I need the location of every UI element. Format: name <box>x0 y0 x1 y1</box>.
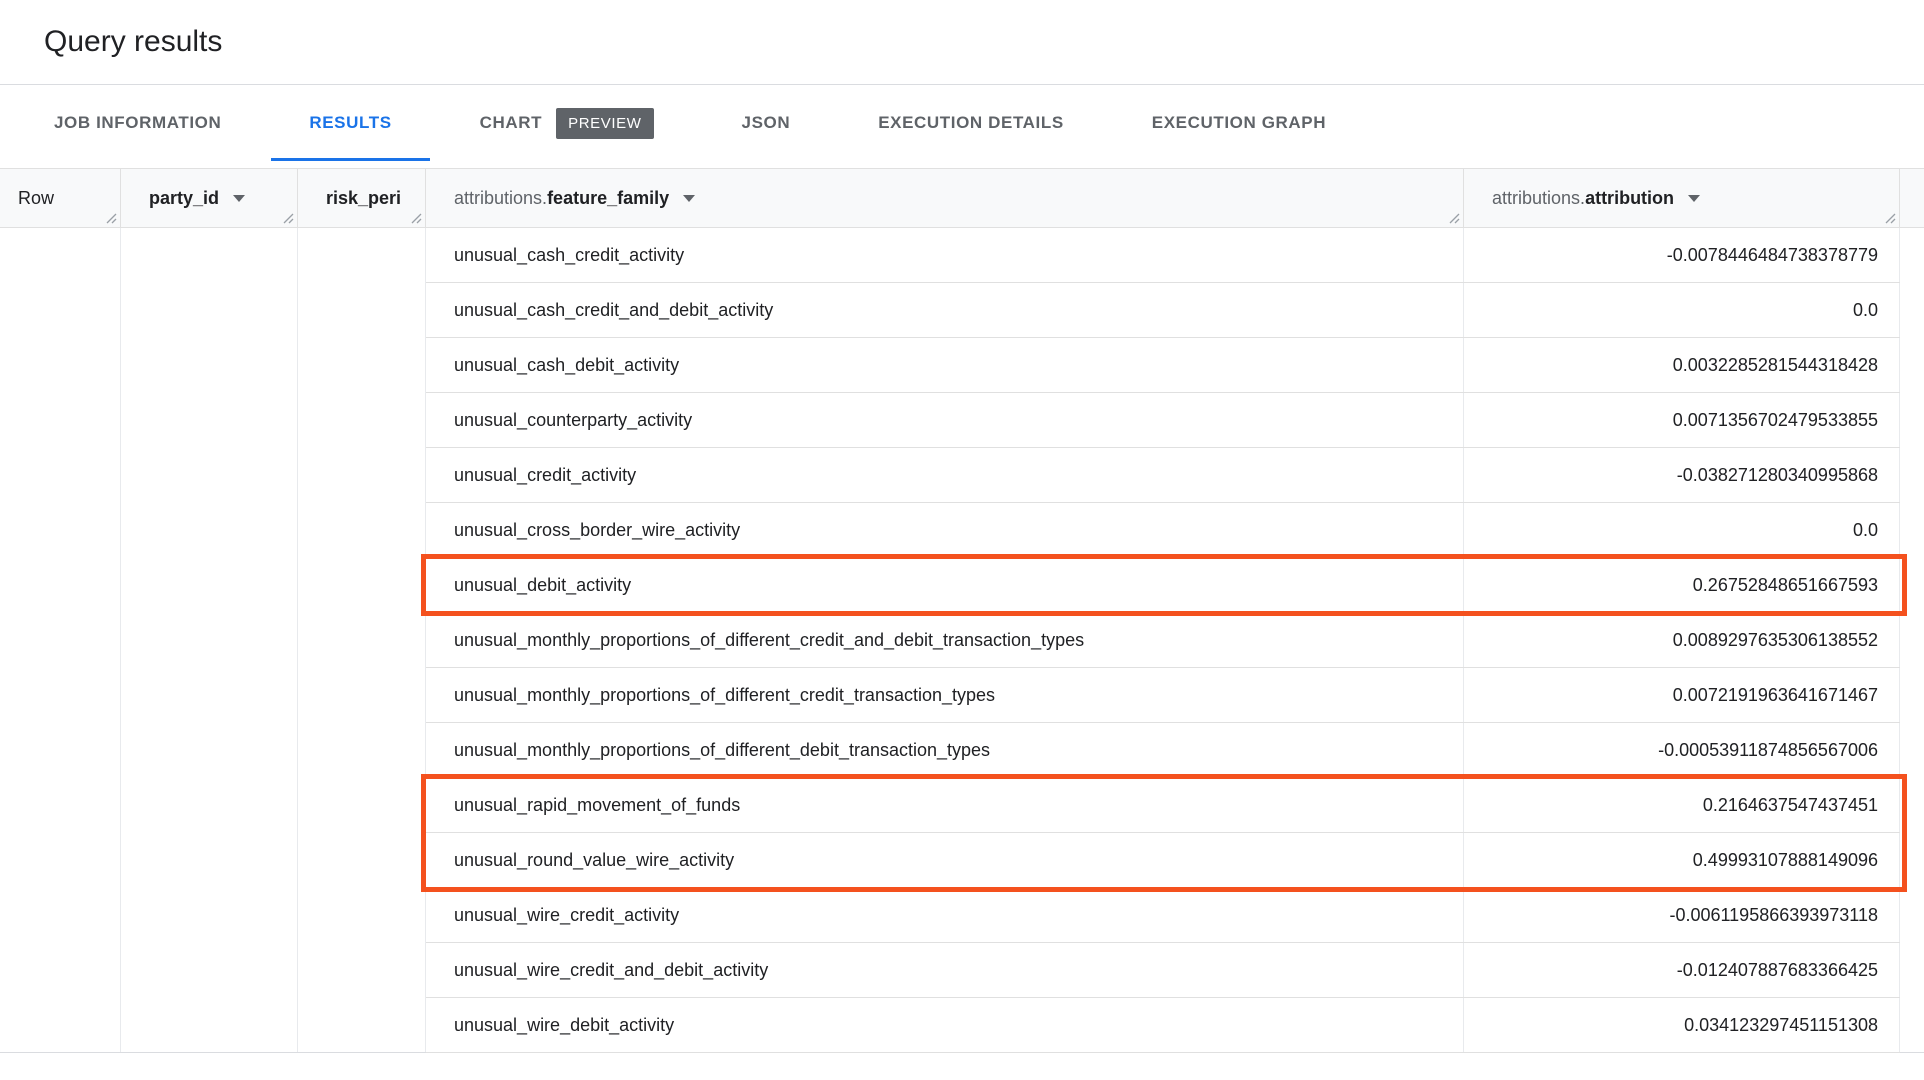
tab-execution-graph[interactable]: EXECUTION GRAPH <box>1108 85 1370 161</box>
attribution-cell: 0.26752848651667593 <box>1692 574 1878 595</box>
column-header-attribution[interactable]: attributions. attribution <box>1464 169 1900 227</box>
attribution-cell: 0.0089297635306138552 <box>1672 629 1878 650</box>
dropdown-arrow-icon[interactable] <box>233 194 246 202</box>
feature-family-cell: unusual_debit_activity <box>454 574 632 595</box>
titlebar: Query results <box>0 0 1924 85</box>
column-header-risk-period[interactable]: risk_peri <box>298 169 426 227</box>
tab-job-information[interactable]: JOB INFORMATION <box>10 85 265 161</box>
column-divider <box>297 228 298 1052</box>
attribution-cell: -0.038271280340995868 <box>1676 464 1878 485</box>
tab-label: EXECUTION GRAPH <box>1151 113 1327 132</box>
table-row: unusual_counterparty_activity 0.00713567… <box>426 393 1900 448</box>
attribution-cell: -0.00053911874856567006 <box>1658 739 1878 760</box>
column-label: feature_family <box>547 187 670 208</box>
column-label: attribution <box>1585 187 1675 208</box>
attribution-cell: 0.49993107888149096 <box>1692 849 1878 870</box>
dropdown-arrow-icon[interactable] <box>1688 194 1701 202</box>
feature-family-cell: unusual_cross_border_wire_activity <box>454 519 741 540</box>
feature-family-cell: unusual_round_value_wire_activity <box>454 849 735 870</box>
attribution-cell: 0.2164637547437451 <box>1702 794 1878 815</box>
feature-family-cell: unusual_cash_credit_activity <box>454 244 685 265</box>
feature-family-cell: unusual_wire_credit_activity <box>454 904 680 925</box>
attribution-cell: -0.0078446484738378779 <box>1666 244 1878 265</box>
feature-family-cell: unusual_cash_credit_and_debit_activity <box>454 299 774 320</box>
table-row: unusual_credit_activity -0.0382712803409… <box>426 448 1900 503</box>
column-header-feature-family[interactable]: attributions. feature_family <box>426 169 1464 227</box>
attribution-cell: -0.0061195866393973118 <box>1669 904 1878 925</box>
results-table: Row party_id risk_peri attributions. feat… <box>0 168 1924 1053</box>
feature-family-cell: unusual_monthly_proportions_of_different… <box>454 629 1085 650</box>
column-label-prefix: attributions. <box>454 187 548 208</box>
table-row: unusual_cash_credit_activity -0.00784464… <box>426 228 1900 283</box>
column-header-row[interactable]: Row <box>0 169 121 227</box>
table-row: unusual_cash_debit_activity 0.0032285281… <box>426 338 1900 393</box>
table-header: Row party_id risk_peri attributions. feat… <box>0 168 1924 228</box>
feature-family-cell: unusual_wire_credit_and_debit_activity <box>454 959 769 980</box>
tab-label: JOB INFORMATION <box>54 113 222 132</box>
tab-json[interactable]: JSON <box>698 85 835 161</box>
attribution-cell: -0.012407887683366425 <box>1676 959 1878 980</box>
tab-label: RESULTS <box>309 113 392 132</box>
column-resize-handle[interactable] <box>1885 213 1896 224</box>
column-label: Row <box>18 187 55 208</box>
attribution-cell: 0.0 <box>1852 519 1878 540</box>
tab-results[interactable]: RESULTS <box>265 85 435 161</box>
table-row-highlighted: unusual_round_value_wire_activity 0.4999… <box>426 833 1900 888</box>
feature-family-cell: unusual_rapid_movement_of_funds <box>454 794 741 815</box>
column-divider <box>120 228 121 1052</box>
column-label: party_id <box>149 187 220 208</box>
feature-family-cell: unusual_monthly_proportions_of_different… <box>454 739 991 760</box>
column-resize-handle[interactable] <box>106 213 117 224</box>
column-resize-handle[interactable] <box>411 213 422 224</box>
preview-badge: PREVIEW <box>556 107 654 139</box>
tab-chart[interactable]: CHART PREVIEW <box>436 85 698 161</box>
page-title: Query results <box>44 25 223 58</box>
table-row-highlighted: unusual_rapid_movement_of_funds 0.216463… <box>426 778 1900 833</box>
column-header-party-id[interactable]: party_id <box>121 169 298 227</box>
nested-rows: unusual_cash_credit_activity -0.00784464… <box>426 228 1900 1053</box>
table-row: unusual_cross_border_wire_activity 0.0 <box>426 503 1900 558</box>
attribution-cell: 0.0072191963641671467 <box>1672 684 1878 705</box>
column-resize-handle[interactable] <box>1449 213 1460 224</box>
attribution-cell: 0.0032285281544318428 <box>1672 354 1878 375</box>
column-resize-handle[interactable] <box>283 213 294 224</box>
tab-label: EXECUTION DETAILS <box>878 113 1064 132</box>
table-row: unusual_monthly_proportions_of_different… <box>426 613 1900 668</box>
feature-family-cell: unusual_wire_debit_activity <box>454 1014 675 1035</box>
feature-family-cell: unusual_cash_debit_activity <box>454 354 680 375</box>
table-row: unusual_wire_credit_activity -0.00611958… <box>426 888 1900 943</box>
table-row: unusual_monthly_proportions_of_different… <box>426 723 1900 778</box>
feature-family-cell: unusual_credit_activity <box>454 464 637 485</box>
dropdown-arrow-icon[interactable] <box>683 194 696 202</box>
feature-family-cell: unusual_monthly_proportions_of_different… <box>454 684 996 705</box>
table-row: unusual_wire_debit_activity 0.0341232974… <box>426 998 1900 1053</box>
attribution-cell: 0.0 <box>1852 299 1878 320</box>
table-row-highlighted: unusual_debit_activity 0.267528486516675… <box>426 558 1900 613</box>
attribution-cell: 0.034123297451151308 <box>1684 1014 1878 1035</box>
table-body: unusual_cash_credit_activity -0.00784464… <box>0 228 1924 1053</box>
tab-execution-details[interactable]: EXECUTION DETAILS <box>834 85 1108 161</box>
table-row: unusual_wire_credit_and_debit_activity -… <box>426 943 1900 998</box>
column-label: risk_peri <box>326 187 402 208</box>
attribution-cell: 0.0071356702479533855 <box>1672 409 1878 430</box>
column-label-prefix: attributions. <box>1492 187 1586 208</box>
tab-label: CHART <box>479 113 543 132</box>
tab-label: JSON <box>741 113 791 132</box>
table-row: unusual_monthly_proportions_of_different… <box>426 668 1900 723</box>
tab-bar: JOB INFORMATION RESULTS CHART PREVIEW JS… <box>0 85 1924 161</box>
table-row: unusual_cash_credit_and_debit_activity 0… <box>426 283 1900 338</box>
feature-family-cell: unusual_counterparty_activity <box>454 409 693 430</box>
